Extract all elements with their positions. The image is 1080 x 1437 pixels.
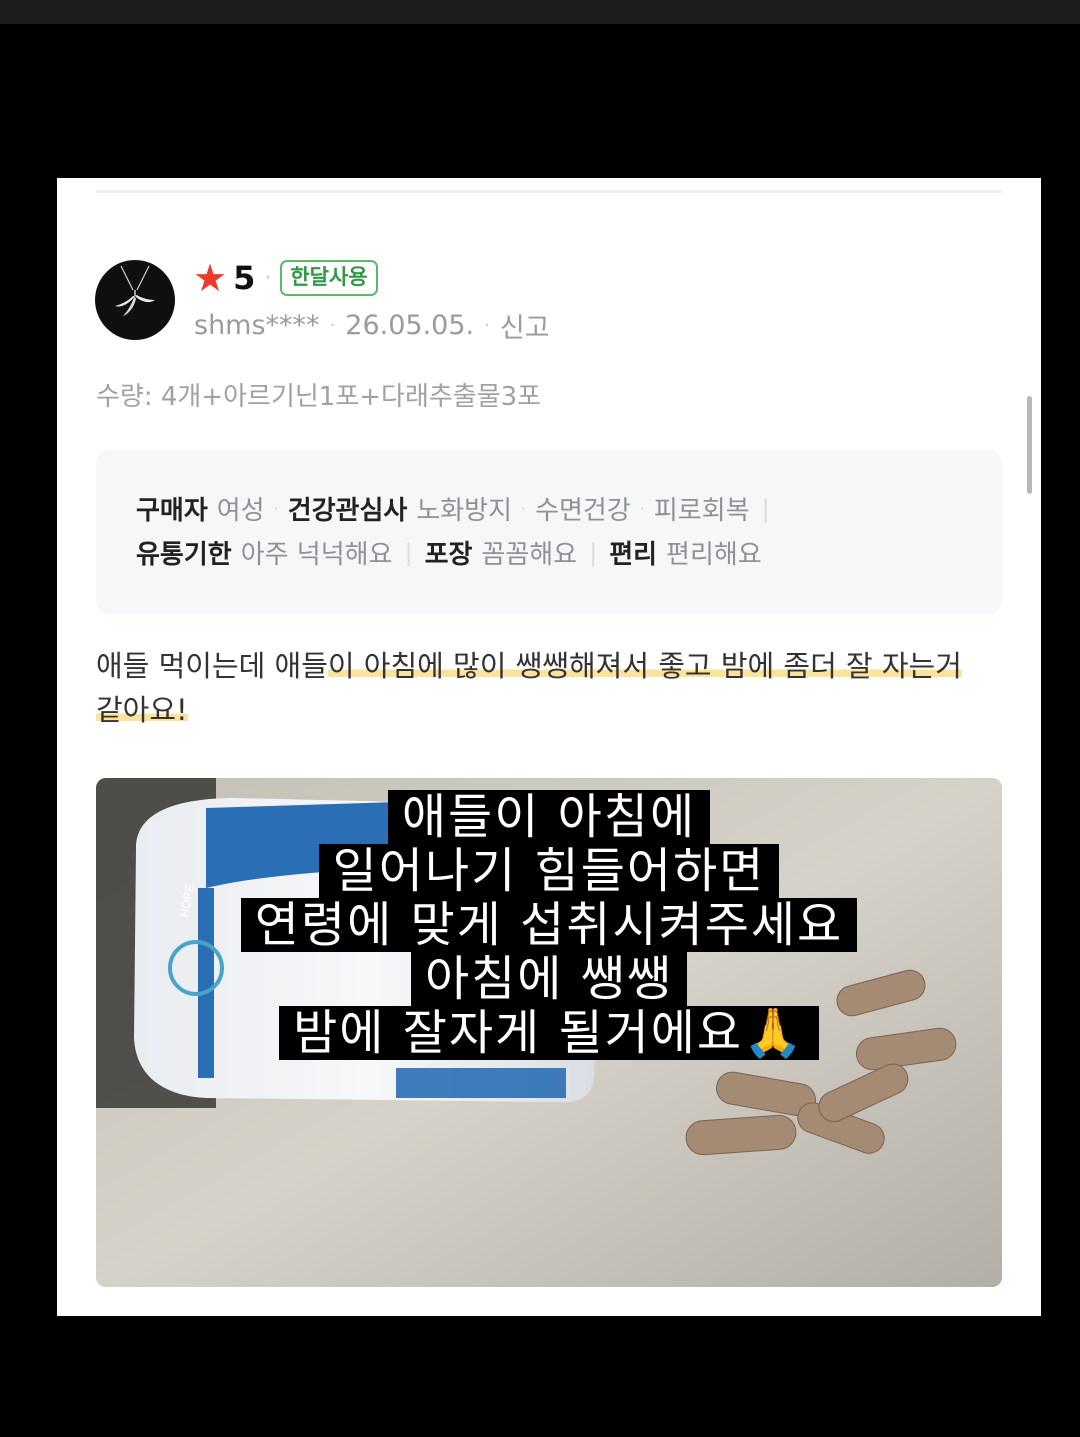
attr-key: 유통기한 [136,540,232,570]
review-text-highlight: 이 아침에 많이 쌩쌩해져서 좋고 밤에 좀더 잘 자는거 [327,649,962,683]
attr-value: 피로회복 [653,496,750,526]
separator-dot: · [273,499,279,518]
reviewer-attributes: 구매자 여성 · 건강관심사 노화방지 · 수면건강 · 피로회복 | 유통기한… [96,450,1002,614]
separator-dot: · [484,314,490,336]
attr-key: 건강관심사 [287,496,408,526]
review-text: 애들 먹이는데 애들이 아침에 많이 쌩쌩해져서 좋고 밤에 좀더 잘 자는거같… [96,644,1011,732]
report-link[interactable]: 신고 [500,306,550,345]
review-text-highlight: 같아요! [96,693,188,727]
attr-value: 꼼꼼해요 [481,540,578,570]
attr-value: 노화방지 [416,496,512,526]
whale-tail-necklace-icon [115,265,155,316]
review-meta: shms**** · 26.05.05. · 신고 [194,305,550,345]
scrollbar[interactable] [1027,396,1032,494]
review-photo[interactable]: HOPE 애들이 아침에 일어나기 힘들어하면 연령에 맞게 섭취시켜주세요 아… [96,778,1002,1287]
attr-key: 포장 [424,540,473,570]
rating-row: ★ 5 · 한달사용 [193,256,378,300]
rating-score: 5 [233,259,256,297]
review-card: ★ 5 · 한달사용 shms**** · 26.05.05. · 신고 수량:… [57,178,1041,1316]
attr-value: 아주 넉넉해요 [240,540,393,570]
attributes-line-1: 구매자 여성 · 건강관심사 노화방지 · 수면건강 · 피로회복 | [136,490,782,527]
attr-key: 구매자 [136,496,208,526]
attr-value: 수면건강 [535,496,631,526]
separator-dot: · [639,499,645,518]
photo-caption: 애들이 아침에 일어나기 힘들어하면 연령에 맞게 섭취시켜주세요 아침에 쌩쌩… [96,790,1002,1060]
review-text-plain: 애들 먹이는데 애들 [96,649,328,683]
caption-line: 밤에 잘자게 될거에요🙏 [279,1006,819,1060]
section-divider [96,190,1002,193]
quantity-option: 수량: 4개+아르기닌1포+다래추출물3포 [96,382,542,412]
separator-dot: · [329,314,336,336]
caption-line: 일어나기 힘들어하면 [318,844,780,898]
caption-line: 연령에 맞게 섭취시켜주세요 [240,898,858,952]
avatar[interactable] [95,260,175,340]
separator-bar: | [589,538,598,567]
status-bar [0,0,1080,24]
separator-dot: · [264,265,272,291]
separator-bar: | [404,538,413,567]
usage-badge: 한달사용 [280,260,378,296]
star-icon: ★ [193,256,228,300]
attr-key: 편리 [609,540,658,570]
attr-value: 여성 [216,496,265,526]
caption-line: 아침에 쌩쌩 [410,952,688,1006]
caption-line: 애들이 아침에 [387,790,711,844]
attr-value: 편리해요 [666,540,762,570]
separator-dot: · [521,499,527,518]
attributes-line-2: 유통기한 아주 넉넉해요 | 포장 꼼꼼해요 | 편리 편리해요 [136,534,762,571]
review-date: 26.05.05. [345,309,475,341]
separator-bar: | [761,494,770,523]
username: shms**** [194,309,320,341]
